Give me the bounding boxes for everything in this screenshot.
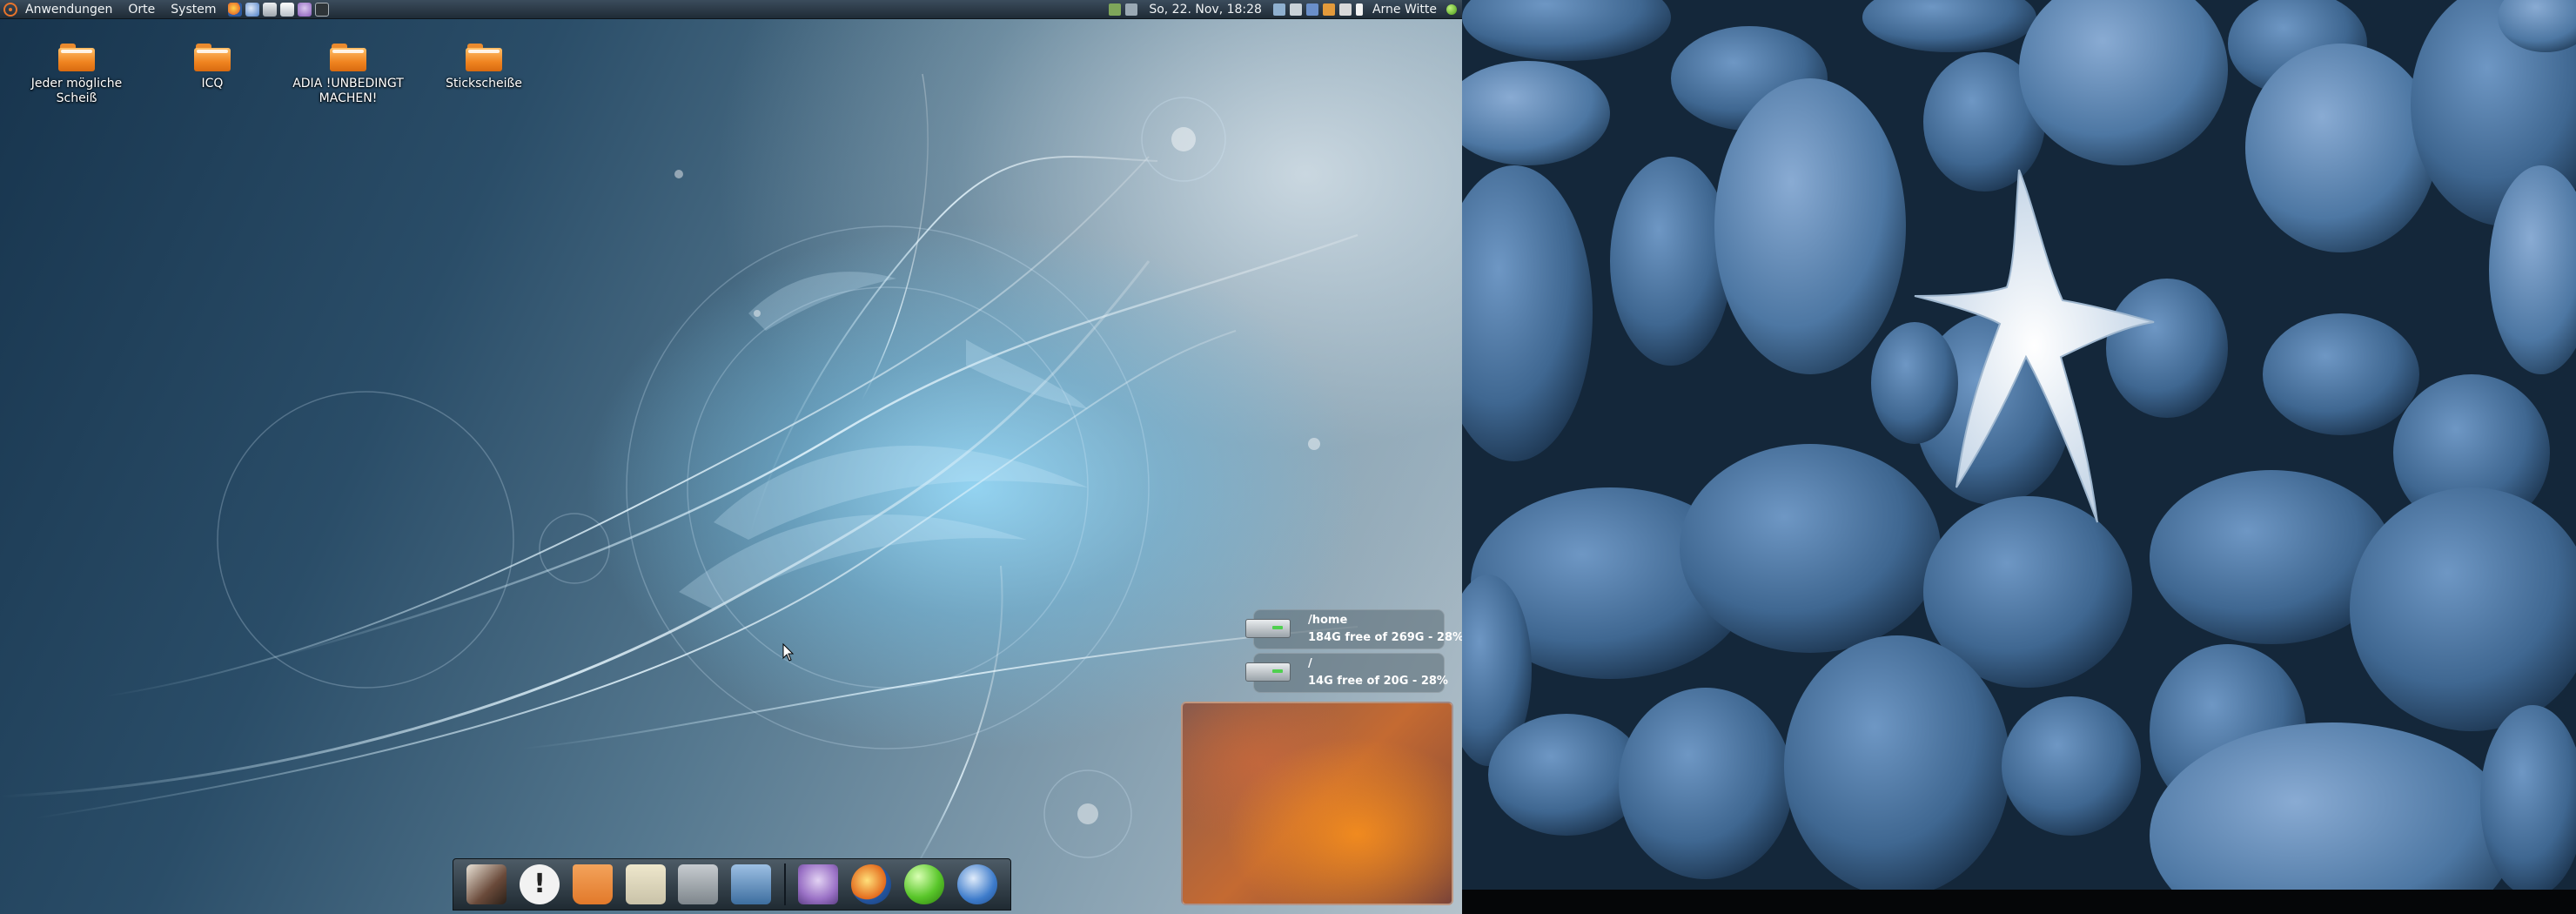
desktop-icon-label: Jeder mögliche Scheiß	[30, 77, 123, 105]
folder-icon[interactable]	[625, 864, 666, 904]
power-icon[interactable]	[1338, 3, 1352, 16]
top-panel: Anwendungen Orte System So, 22. Nov, 18:…	[0, 0, 1462, 19]
dock: !	[453, 858, 1011, 911]
green-orb-icon[interactable]	[903, 864, 944, 904]
window-list-icon[interactable]	[1272, 3, 1285, 16]
hard-drive-icon	[1245, 619, 1291, 638]
network-icon[interactable]	[1109, 3, 1122, 16]
desktop-icon-label: Stickscheiße	[446, 77, 522, 91]
printer-icon[interactable]	[262, 2, 277, 17]
mouse-cursor	[782, 642, 795, 662]
folder-icon	[58, 44, 95, 71]
firefox-icon[interactable]	[851, 864, 892, 904]
thunderbird-icon[interactable]	[245, 2, 259, 17]
disk-free-text: 14G free of 20G - 28%	[1308, 675, 1448, 688]
desktop-folder-adia[interactable]: ADIA !UNBEDINGT MACHEN!	[287, 44, 409, 106]
folder-icon	[466, 44, 502, 71]
ubuntu-logo-icon[interactable]	[3, 2, 17, 17]
save-icon[interactable]	[730, 864, 771, 904]
notification-icon[interactable]: !	[520, 864, 560, 904]
hard-drive-icon	[1245, 662, 1291, 682]
user-name[interactable]: Arne Witte	[1367, 3, 1442, 17]
bluetooth-icon[interactable]	[1305, 3, 1318, 16]
status-online-icon[interactable]	[1446, 3, 1457, 15]
desktop-icon-label: ICQ	[201, 77, 224, 91]
system-tray: So, 22. Nov, 18:28 Arne Witte	[1109, 3, 1462, 17]
firefox-icon[interactable]	[227, 2, 242, 17]
desktop-folder-icq[interactable]: ICQ	[151, 44, 273, 91]
pidgin-icon[interactable]	[297, 2, 312, 17]
disk-widget-home[interactable]: /home 184G free of 269G - 28%	[1245, 609, 1462, 649]
right-monitor-bottom-strip	[1462, 890, 2576, 914]
desktop-folder-jeder-moegliche-scheiss[interactable]: Jeder mögliche Scheiß	[16, 44, 138, 106]
panel-launchers	[227, 2, 329, 17]
dual-screen-desktop: Anwendungen Orte System So, 22. Nov, 18:…	[0, 0, 2576, 914]
home-icon[interactable]	[279, 2, 294, 17]
folder-icon	[194, 44, 231, 71]
thunderbird-icon[interactable]	[956, 864, 997, 904]
trash-icon[interactable]	[572, 864, 613, 904]
pidgin-icon[interactable]	[798, 864, 839, 904]
updates-icon[interactable]	[1322, 3, 1335, 16]
menu-orte[interactable]: Orte	[120, 0, 163, 19]
wallpaper-pebbles-starfish	[1462, 0, 2576, 890]
desktop-icon-label: ADIA !UNBEDINGT MACHEN!	[292, 77, 404, 105]
left-monitor-desktop: Anwendungen Orte System So, 22. Nov, 18:…	[0, 0, 1462, 914]
disk-widget-root[interactable]: / 14G free of 20G - 28%	[1245, 653, 1448, 693]
headphones-icon[interactable]	[1289, 3, 1302, 16]
desktop-folder-stickscheisse[interactable]: Stickscheiße	[423, 44, 545, 91]
blurred-image-widget[interactable]	[1181, 702, 1453, 905]
terminal-icon[interactable]	[314, 2, 329, 17]
folder-icon	[330, 44, 366, 71]
disk-mount: /	[1308, 657, 1312, 670]
disk-free-text: 184G free of 269G - 28%	[1308, 631, 1462, 644]
menu-anwendungen[interactable]: Anwendungen	[17, 0, 120, 19]
battery-icon[interactable]	[1355, 3, 1363, 16]
disk-mount: /home	[1308, 614, 1348, 627]
right-monitor-desktop	[1462, 0, 2576, 890]
menu-system[interactable]: System	[163, 0, 224, 19]
slideshow-icon[interactable]	[466, 864, 507, 904]
clock[interactable]: So, 22. Nov, 18:28	[1142, 3, 1269, 17]
dock-separator	[783, 864, 786, 905]
drawer-icon[interactable]	[678, 864, 719, 904]
volume-icon[interactable]	[1125, 3, 1138, 16]
